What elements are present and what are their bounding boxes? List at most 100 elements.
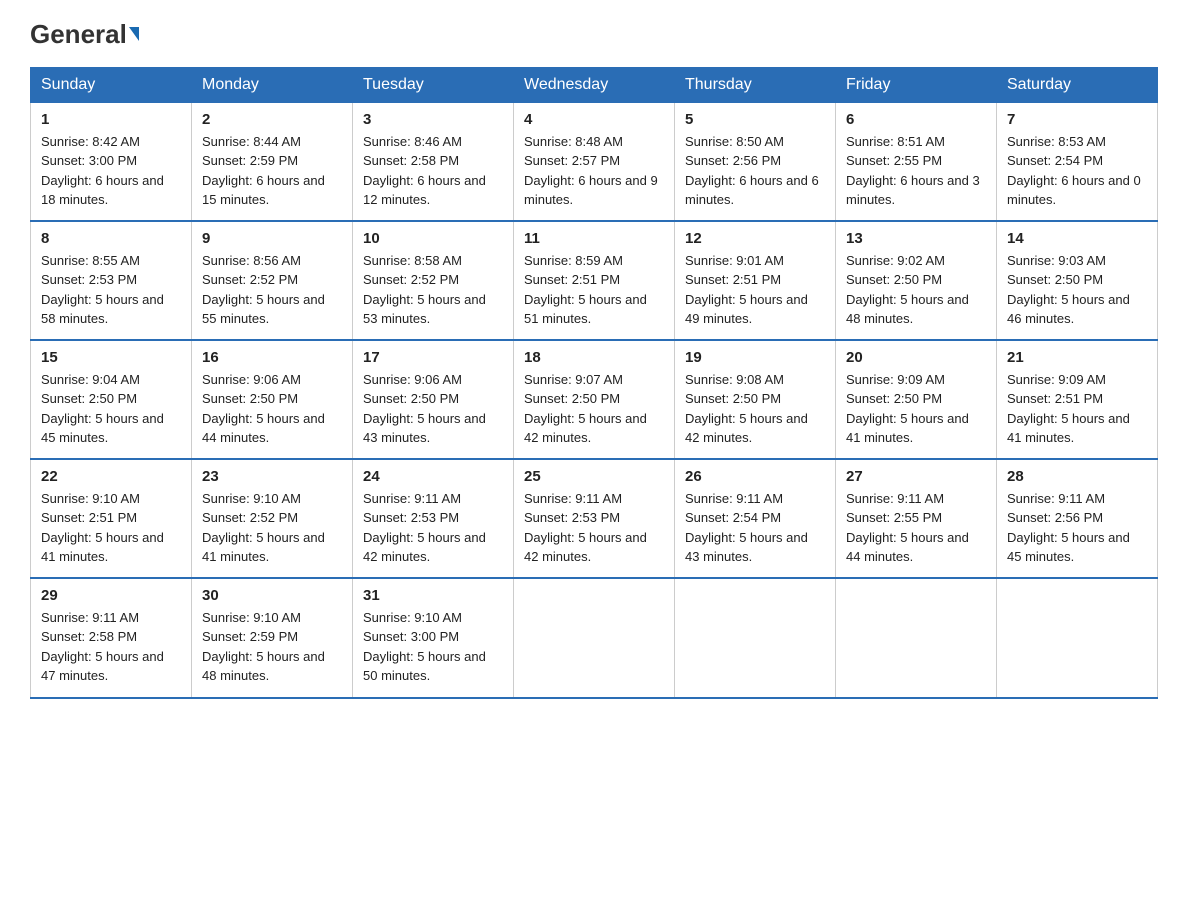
calendar-body: 1Sunrise: 8:42 AMSunset: 3:00 PMDaylight… [31,102,1158,698]
day-info: Sunrise: 9:06 AMSunset: 2:50 PMDaylight:… [363,370,503,448]
day-cell: 3 Sunrise: 8:46 AMSunset: 2:58 PMDaylight… [353,102,514,221]
day-number: 29 [41,587,181,604]
day-cell: 7Sunrise: 8:53 AMSunset: 2:54 PMDaylight… [997,102,1158,221]
day-info: Sunrise: 9:11 AMSunset: 2:53 PMDaylight:… [524,489,664,567]
day-cell: 23 Sunrise: 9:10 AMSunset: 2:52 PMDayligh… [192,459,353,578]
header-cell-thursday: Thursday [675,67,836,102]
day-cell: 11 Sunrise: 8:59 AMSunset: 2:51 PMDayligh… [514,221,675,340]
day-cell: 18 Sunrise: 9:07 AMSunset: 2:50 PMDayligh… [514,340,675,459]
header-row: SundayMondayTuesdayWednesdayThursdayFrid… [31,67,1158,102]
day-number: 5 [685,111,825,128]
day-number: 10 [363,230,503,247]
day-number: 20 [846,349,986,366]
day-cell: 26 Sunrise: 9:11 AMSunset: 2:54 PMDayligh… [675,459,836,578]
day-cell: 15Sunrise: 9:04 AMSunset: 2:50 PMDayligh… [31,340,192,459]
day-cell: 1Sunrise: 8:42 AMSunset: 3:00 PMDaylight… [31,102,192,221]
day-number: 22 [41,468,181,485]
day-info: Sunrise: 9:08 AMSunset: 2:50 PMDaylight:… [685,370,825,448]
day-info: Sunrise: 8:44 AMSunset: 2:59 PMDaylight:… [202,132,342,210]
day-number: 23 [202,468,342,485]
day-cell: 24 Sunrise: 9:11 AMSunset: 2:53 PMDayligh… [353,459,514,578]
day-cell: 28Sunrise: 9:11 AMSunset: 2:56 PMDayligh… [997,459,1158,578]
day-number: 16 [202,349,342,366]
day-cell: 2 Sunrise: 8:44 AMSunset: 2:59 PMDaylight… [192,102,353,221]
header-cell-wednesday: Wednesday [514,67,675,102]
day-info: Sunrise: 9:11 AMSunset: 2:58 PMDaylight:… [41,608,181,686]
header-cell-monday: Monday [192,67,353,102]
day-cell [675,578,836,698]
day-number: 21 [1007,349,1147,366]
week-row-1: 1Sunrise: 8:42 AMSunset: 3:00 PMDaylight… [31,102,1158,221]
day-number: 11 [524,230,664,247]
day-cell: 10 Sunrise: 8:58 AMSunset: 2:52 PMDayligh… [353,221,514,340]
day-info: Sunrise: 9:11 AMSunset: 2:53 PMDaylight:… [363,489,503,567]
day-cell: 13Sunrise: 9:02 AMSunset: 2:50 PMDayligh… [836,221,997,340]
day-info: Sunrise: 8:58 AMSunset: 2:52 PMDaylight:… [363,251,503,329]
day-cell: 22 Sunrise: 9:10 AMSunset: 2:51 PMDayligh… [31,459,192,578]
logo-text: General [30,20,139,49]
day-info: Sunrise: 9:10 AMSunset: 2:59 PMDaylight:… [202,608,342,686]
day-cell: 31 Sunrise: 9:10 AMSunset: 3:00 PMDayligh… [353,578,514,698]
day-info: Sunrise: 9:07 AMSunset: 2:50 PMDaylight:… [524,370,664,448]
calendar-table: SundayMondayTuesdayWednesdayThursdayFrid… [30,67,1158,699]
day-number: 6 [846,111,986,128]
day-info: Sunrise: 9:11 AMSunset: 2:56 PMDaylight:… [1007,489,1147,567]
day-info: Sunrise: 9:01 AMSunset: 2:51 PMDaylight:… [685,251,825,329]
day-number: 13 [846,230,986,247]
day-info: Sunrise: 9:10 AMSunset: 2:51 PMDaylight:… [41,489,181,567]
day-info: Sunrise: 9:10 AMSunset: 3:00 PMDaylight:… [363,608,503,686]
day-cell [997,578,1158,698]
day-number: 27 [846,468,986,485]
day-number: 18 [524,349,664,366]
day-info: Sunrise: 9:09 AMSunset: 2:50 PMDaylight:… [846,370,986,448]
day-info: Sunrise: 8:51 AMSunset: 2:55 PMDaylight:… [846,132,986,210]
day-cell: 25 Sunrise: 9:11 AMSunset: 2:53 PMDayligh… [514,459,675,578]
logo-triangle-icon [129,27,139,41]
day-info: Sunrise: 9:09 AMSunset: 2:51 PMDaylight:… [1007,370,1147,448]
day-number: 17 [363,349,503,366]
week-row-2: 8 Sunrise: 8:55 AMSunset: 2:53 PMDaylight… [31,221,1158,340]
page-header: General [30,20,1158,49]
day-info: Sunrise: 8:50 AMSunset: 2:56 PMDaylight:… [685,132,825,210]
day-info: Sunrise: 9:06 AMSunset: 2:50 PMDaylight:… [202,370,342,448]
day-number: 25 [524,468,664,485]
day-cell: 5 Sunrise: 8:50 AMSunset: 2:56 PMDaylight… [675,102,836,221]
week-row-3: 15Sunrise: 9:04 AMSunset: 2:50 PMDayligh… [31,340,1158,459]
day-number: 8 [41,230,181,247]
day-info: Sunrise: 8:48 AMSunset: 2:57 PMDaylight:… [524,132,664,210]
day-number: 14 [1007,230,1147,247]
day-number: 9 [202,230,342,247]
day-info: Sunrise: 8:59 AMSunset: 2:51 PMDaylight:… [524,251,664,329]
day-number: 30 [202,587,342,604]
day-cell: 20 Sunrise: 9:09 AMSunset: 2:50 PMDayligh… [836,340,997,459]
day-info: Sunrise: 8:46 AMSunset: 2:58 PMDaylight:… [363,132,503,210]
week-row-4: 22 Sunrise: 9:10 AMSunset: 2:51 PMDayligh… [31,459,1158,578]
day-info: Sunrise: 9:11 AMSunset: 2:55 PMDaylight:… [846,489,986,567]
day-cell: 14 Sunrise: 9:03 AMSunset: 2:50 PMDayligh… [997,221,1158,340]
day-number: 12 [685,230,825,247]
day-info: Sunrise: 8:55 AMSunset: 2:53 PMDaylight:… [41,251,181,329]
day-cell: 12 Sunrise: 9:01 AMSunset: 2:51 PMDayligh… [675,221,836,340]
day-number: 3 [363,111,503,128]
day-info: Sunrise: 9:03 AMSunset: 2:50 PMDaylight:… [1007,251,1147,329]
header-cell-sunday: Sunday [31,67,192,102]
logo: General [30,20,139,49]
day-cell: 17 Sunrise: 9:06 AMSunset: 2:50 PMDayligh… [353,340,514,459]
day-number: 24 [363,468,503,485]
day-info: Sunrise: 8:56 AMSunset: 2:52 PMDaylight:… [202,251,342,329]
header-cell-friday: Friday [836,67,997,102]
day-cell: 21 Sunrise: 9:09 AMSunset: 2:51 PMDayligh… [997,340,1158,459]
day-number: 31 [363,587,503,604]
day-info: Sunrise: 8:42 AMSunset: 3:00 PMDaylight:… [41,132,181,210]
header-cell-saturday: Saturday [997,67,1158,102]
day-info: Sunrise: 9:11 AMSunset: 2:54 PMDaylight:… [685,489,825,567]
day-number: 15 [41,349,181,366]
day-cell: 27 Sunrise: 9:11 AMSunset: 2:55 PMDayligh… [836,459,997,578]
week-row-5: 29 Sunrise: 9:11 AMSunset: 2:58 PMDayligh… [31,578,1158,698]
day-info: Sunrise: 9:10 AMSunset: 2:52 PMDaylight:… [202,489,342,567]
day-cell: 19Sunrise: 9:08 AMSunset: 2:50 PMDayligh… [675,340,836,459]
day-number: 2 [202,111,342,128]
day-info: Sunrise: 8:53 AMSunset: 2:54 PMDaylight:… [1007,132,1147,210]
day-cell: 9 Sunrise: 8:56 AMSunset: 2:52 PMDaylight… [192,221,353,340]
day-number: 26 [685,468,825,485]
